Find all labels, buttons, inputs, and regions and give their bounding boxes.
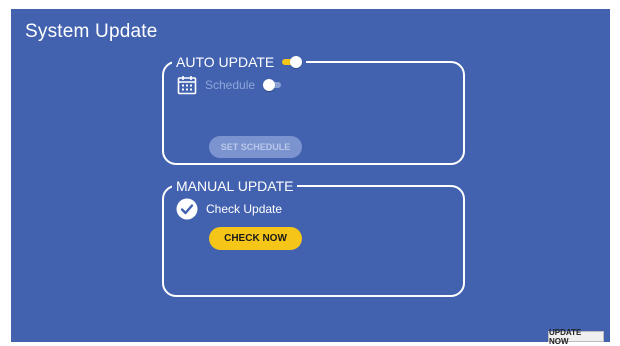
page-title: System Update: [25, 21, 158, 42]
toggle-knob: [263, 79, 276, 91]
auto-update-label: AUTO UPDATE: [176, 54, 275, 70]
auto-update-toggle[interactable]: [282, 56, 303, 68]
check-update-label: Check Update: [206, 202, 283, 216]
schedule-row: Schedule: [177, 75, 283, 95]
system-update-screen: System Update AUTO UPDATE Schedule SET S…: [11, 9, 610, 342]
check-circle-icon[interactable]: [176, 198, 198, 220]
calendar-icon: [177, 75, 197, 95]
manual-update-label: MANUAL UPDATE: [176, 178, 294, 194]
check-now-button[interactable]: CHECK NOW: [209, 227, 302, 250]
auto-update-panel: AUTO UPDATE Schedule SET SCHEDULE: [162, 53, 465, 165]
manual-update-panel: MANUAL UPDATE Check Update CHECK NOW: [162, 177, 465, 297]
auto-update-legend: AUTO UPDATE: [172, 53, 307, 71]
check-update-row[interactable]: Check Update: [176, 198, 282, 220]
update-now-button[interactable]: UPDATE NOW: [548, 328, 604, 346]
toggle-knob: [290, 56, 303, 68]
schedule-toggle[interactable]: [263, 79, 283, 91]
schedule-label: Schedule: [205, 78, 256, 92]
manual-update-legend: MANUAL UPDATE: [172, 177, 298, 195]
set-schedule-button[interactable]: SET SCHEDULE: [209, 136, 302, 158]
